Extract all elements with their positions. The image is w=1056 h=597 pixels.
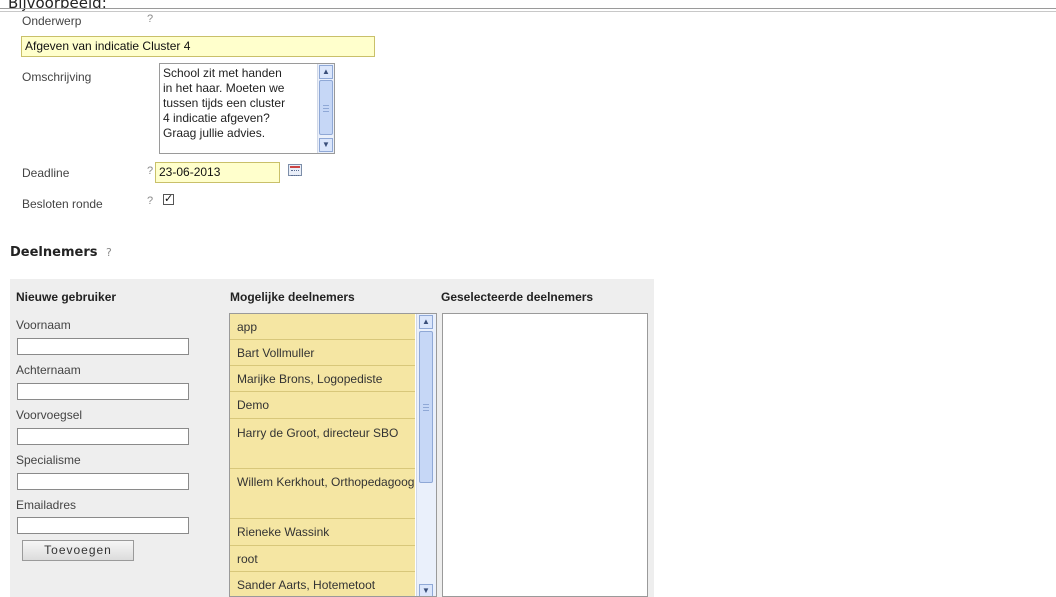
list-item[interactable]: Harry de Groot, directeur SBO — [230, 419, 415, 469]
first-name-input[interactable] — [17, 338, 189, 355]
specialism-input[interactable] — [17, 473, 189, 490]
prefix-input[interactable] — [17, 428, 189, 445]
subject-help-icon[interactable]: ? — [147, 13, 153, 25]
list-item[interactable]: Rieneke Wassink — [230, 519, 415, 546]
closed-round-checkbox[interactable]: ✓ — [163, 194, 174, 205]
list-item[interactable]: Willem Kerkhout, Orthopedagoog — [230, 469, 415, 519]
subject-label: Onderwerp — [22, 14, 82, 28]
email-label: Emailadres — [16, 498, 77, 512]
scroll-thumb[interactable] — [319, 80, 333, 135]
list-item-text: Harry de Groot, directeur SBO — [237, 426, 399, 440]
list-item[interactable]: Sander Aarts, Hotemetoot — [230, 572, 415, 596]
participants-title: Deelnemers ? — [10, 245, 112, 260]
description-scrollbar[interactable]: ▲ ▼ — [317, 64, 334, 153]
calendar-icon[interactable] — [288, 164, 302, 176]
first-name-label: Voornaam — [16, 318, 71, 332]
subject-input[interactable]: Afgeven van indicatie Cluster 4 — [21, 36, 375, 57]
list-item[interactable]: root — [230, 546, 415, 572]
selected-participants-header: Geselecteerde deelnemers — [441, 290, 594, 304]
closed-round-label: Besloten ronde — [22, 197, 103, 211]
list-item-text: Willem Kerkhout, Orthopedagoog — [237, 475, 415, 489]
last-name-label: Achternaam — [16, 363, 81, 377]
closed-round-help-icon[interactable]: ? — [147, 195, 153, 207]
list-item[interactable]: Marijke Brons, Logopediste — [230, 366, 415, 392]
scroll-down-icon[interactable]: ▼ — [419, 584, 433, 596]
scroll-up-icon[interactable]: ▲ — [419, 315, 433, 329]
scroll-down-icon[interactable]: ▼ — [319, 138, 333, 152]
header-divider — [0, 8, 1056, 12]
participants-help-icon[interactable]: ? — [106, 246, 112, 259]
deadline-help-icon[interactable]: ? — [147, 165, 153, 177]
prefix-label: Voorvoegsel — [16, 408, 83, 422]
description-label: Omschrijving — [22, 70, 92, 84]
description-text: School zit met handen in het haar. Moete… — [163, 66, 286, 140]
last-name-input[interactable] — [17, 383, 189, 400]
deadline-label: Deadline — [22, 166, 70, 180]
specialism-label: Specialisme — [16, 453, 81, 467]
possible-participants-list[interactable]: app Bart Vollmuller Marijke Brons, Logop… — [229, 313, 437, 597]
email-input[interactable] — [17, 517, 189, 534]
participants-title-text: Deelnemers — [10, 245, 98, 260]
deadline-input[interactable]: 23-06-2013 — [155, 162, 280, 183]
selected-participants-list[interactable] — [442, 313, 648, 597]
possible-participants-header: Mogelijke deelnemers — [230, 290, 355, 304]
add-user-button[interactable]: Toevoegen — [22, 540, 134, 561]
list-item[interactable]: app — [230, 314, 415, 340]
description-textarea[interactable]: School zit met handen in het haar. Moete… — [159, 63, 335, 154]
new-user-header: Nieuwe gebruiker — [16, 290, 117, 304]
scroll-thumb[interactable] — [419, 331, 433, 483]
list-item[interactable]: Bart Vollmuller — [230, 340, 415, 366]
scroll-up-icon[interactable]: ▲ — [319, 65, 333, 79]
list-item[interactable]: Demo — [230, 392, 415, 419]
participants-scrollbar[interactable]: ▲ ▼ — [416, 314, 436, 596]
